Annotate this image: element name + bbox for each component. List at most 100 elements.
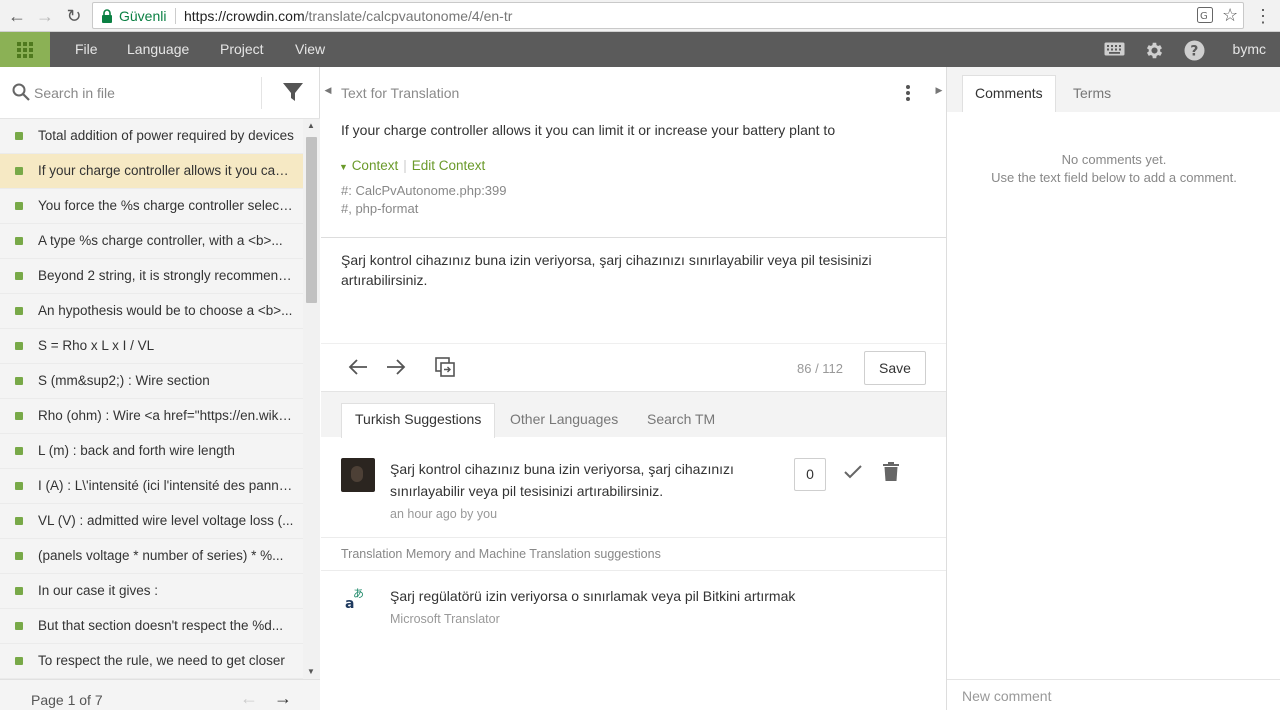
- list-item-text: In our case it gives :: [38, 583, 159, 598]
- more-options-icon[interactable]: [905, 84, 911, 102]
- list-item-text: S (mm&sup2;) : Wire section: [38, 373, 210, 388]
- tab-terms[interactable]: Terms: [1073, 75, 1111, 112]
- checkmark-icon[interactable]: [843, 464, 863, 480]
- secure-label: Güvenli: [119, 8, 167, 24]
- help-icon[interactable]: ?: [1184, 40, 1205, 64]
- address-bar[interactable]: Güvenli https://crowdin.com/translate/ca…: [92, 2, 1244, 29]
- url-host: https://crowdin.com: [184, 8, 305, 24]
- menu-project[interactable]: Project: [220, 41, 264, 57]
- list-item[interactable]: If your charge controller allows it you …: [0, 154, 303, 189]
- list-item[interactable]: Beyond 2 string, it is strongly recommen…: [0, 259, 303, 294]
- url-path: /translate/calcpvautonome/4/en-tr: [304, 8, 513, 24]
- translated-status-icon: [15, 587, 23, 595]
- character-counter: 86 / 112: [797, 361, 844, 376]
- list-item[interactable]: Total addition of power required by devi…: [0, 119, 303, 154]
- source-header: Text for Translation: [341, 85, 460, 101]
- list-item-text: S = Rho x L x I / VL: [38, 338, 155, 353]
- apps-grid-icon[interactable]: [0, 32, 50, 67]
- forward-arrow-icon[interactable]: →: [34, 5, 56, 27]
- list-item-text: (panels voltage * number of series) * %.…: [38, 548, 284, 563]
- new-comment-input[interactable]: [962, 688, 1262, 704]
- translated-status-icon: [15, 482, 23, 490]
- tab-other-languages[interactable]: Other Languages: [510, 403, 618, 438]
- string-list: Total addition of power required by devi…: [0, 119, 303, 679]
- list-item[interactable]: You force the %s charge controller selec…: [0, 189, 303, 224]
- microsoft-translator-icon: aあ: [345, 587, 364, 610]
- address-separator: [175, 8, 176, 24]
- menu-file[interactable]: File: [75, 41, 98, 57]
- list-item[interactable]: In our case it gives :: [0, 574, 303, 609]
- menu-view[interactable]: View: [295, 41, 325, 57]
- context-link[interactable]: Context: [352, 158, 399, 173]
- svg-text:G: G: [1200, 11, 1208, 22]
- copy-source-icon[interactable]: [435, 357, 456, 378]
- vote-count[interactable]: 0: [794, 458, 826, 491]
- list-item[interactable]: But that section doesn't respect the %d.…: [0, 609, 303, 644]
- translation-textarea[interactable]: Şarj kontrol cihazınız buna izin veriyor…: [341, 250, 911, 290]
- list-item[interactable]: An hypothesis would be to choose a <b>..…: [0, 294, 303, 329]
- translated-status-icon: [15, 412, 23, 420]
- tab-comments[interactable]: Comments: [962, 75, 1056, 112]
- translated-status-icon: [15, 517, 23, 525]
- translated-status-icon: [15, 657, 23, 665]
- list-item[interactable]: Rho (ohm) : Wire <a href="https://en.wik…: [0, 399, 303, 434]
- translated-status-icon: [15, 342, 23, 350]
- back-arrow-icon[interactable]: ←: [6, 5, 28, 27]
- menu-language[interactable]: Language: [127, 41, 189, 57]
- save-button[interactable]: Save: [864, 351, 926, 385]
- context-row: ▼ Context | Edit Context: [339, 158, 485, 173]
- scroll-down-icon[interactable]: ▼: [307, 667, 315, 676]
- list-scrollbar[interactable]: ▲ ▼: [303, 119, 320, 679]
- list-item[interactable]: I (A) : L\'intensité (ici l'intensité de…: [0, 469, 303, 504]
- translated-status-icon: [15, 307, 23, 315]
- list-item[interactable]: A type %s charge controller, with a <b>.…: [0, 224, 303, 259]
- context-flag: #, php-format: [341, 201, 419, 216]
- mt-source: Microsoft Translator: [390, 612, 500, 626]
- suggestion-text[interactable]: Şarj kontrol cihazınız buna izin veriyor…: [390, 458, 770, 502]
- new-comment-box: [947, 679, 1280, 710]
- list-item-text: If your charge controller allows it you …: [38, 163, 294, 178]
- source-text: If your charge controller allows it you …: [341, 122, 836, 138]
- no-comments-text: No comments yet.: [1061, 152, 1167, 167]
- list-item[interactable]: S = Rho x L x I / VL: [0, 329, 303, 364]
- trash-icon[interactable]: [883, 462, 899, 481]
- pagination: Page 1 of 7 ← →: [0, 679, 320, 710]
- app-header: File Language Project View ? bymc: [0, 32, 1280, 67]
- collapse-left-icon[interactable]: ◀: [322, 85, 334, 99]
- scrollbar-thumb[interactable]: [306, 137, 317, 303]
- previous-string-icon[interactable]: [348, 358, 368, 376]
- empty-comments-message: No comments yet. Use the text field belo…: [947, 151, 1280, 187]
- translated-status-icon: [15, 622, 23, 630]
- filter-icon[interactable]: [283, 82, 303, 102]
- list-item[interactable]: L (m) : back and forth wire length: [0, 434, 303, 469]
- reload-icon[interactable]: ↻: [63, 5, 85, 27]
- tab-search-tm[interactable]: Search TM: [647, 403, 715, 438]
- next-string-icon[interactable]: [386, 358, 406, 376]
- search-box: [0, 67, 320, 119]
- bookmark-star-icon[interactable]: ☆: [1222, 5, 1238, 26]
- keyboard-icon[interactable]: [1104, 42, 1125, 59]
- tab-turkish-suggestions[interactable]: Turkish Suggestions: [341, 403, 496, 438]
- list-item-text: But that section doesn't respect the %d.…: [38, 618, 283, 633]
- translate-icon[interactable]: G: [1197, 7, 1213, 27]
- list-item[interactable]: VL (V) : admitted wire level voltage los…: [0, 504, 303, 539]
- collapse-right-icon[interactable]: ▶: [933, 85, 945, 99]
- browser-menu-icon[interactable]: ⋮: [1252, 5, 1274, 27]
- search-input[interactable]: [34, 81, 254, 105]
- list-item-text: A type %s charge controller, with a <b>.…: [38, 233, 283, 248]
- user-name[interactable]: bymc: [1233, 41, 1266, 57]
- next-page-icon[interactable]: →: [274, 688, 292, 709]
- page-indicator: Page 1 of 7: [31, 692, 103, 708]
- prev-page-icon[interactable]: ←: [240, 688, 258, 709]
- mt-suggestion-text[interactable]: Şarj regülatörü izin veriyorsa o sınırla…: [390, 588, 795, 604]
- tm-divider: [321, 570, 946, 571]
- gear-icon[interactable]: [1144, 40, 1165, 64]
- context-toggle-icon[interactable]: ▼: [339, 162, 348, 172]
- list-item[interactable]: (panels voltage * number of series) * %.…: [0, 539, 303, 574]
- list-item[interactable]: To respect the rule, we need to get clos…: [0, 644, 303, 679]
- list-item[interactable]: S (mm&sup2;) : Wire section: [0, 364, 303, 399]
- list-item-text: Beyond 2 string, it is strongly recommen…: [38, 268, 294, 283]
- context-reference: #: CalcPvAutonome.php:399: [341, 183, 507, 198]
- scroll-up-icon[interactable]: ▲: [307, 121, 315, 130]
- edit-context-link[interactable]: Edit Context: [412, 158, 486, 173]
